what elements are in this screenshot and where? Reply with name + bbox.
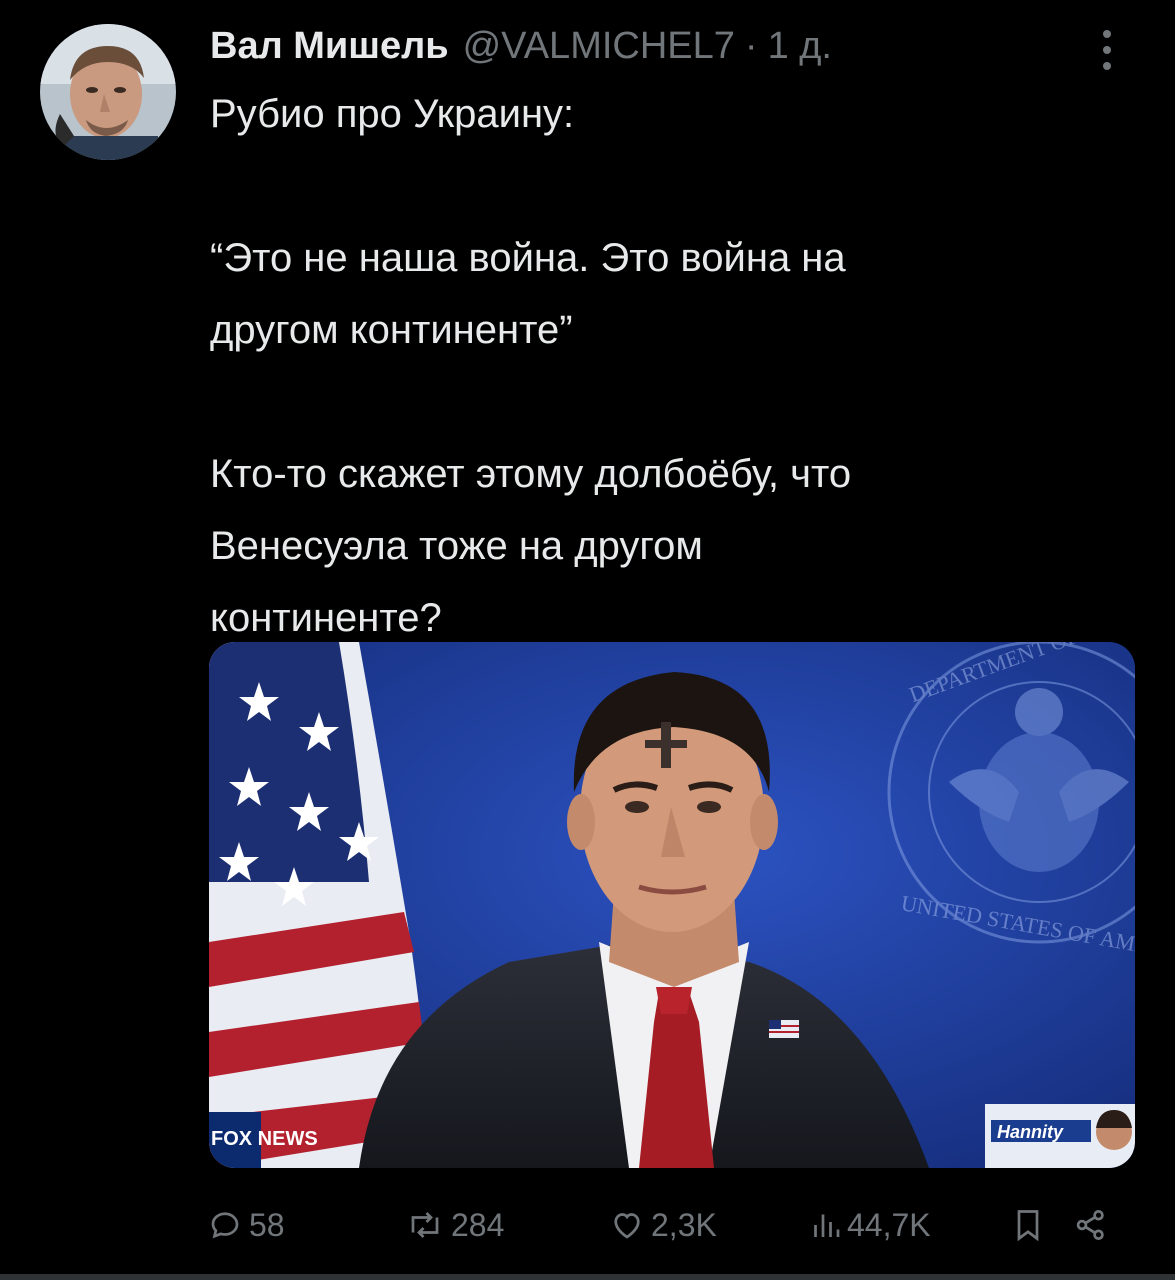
- avatar-image: [40, 24, 176, 160]
- heart-icon: [614, 1213, 640, 1239]
- reply-bubble-icon: [211, 1212, 239, 1239]
- tweet-actions: 58 284 2,3K 44,7K: [207, 1198, 1117, 1252]
- bar-chart-icon: [814, 1214, 840, 1237]
- tweet-text: Рубио про Украину: “Это не наша война. Э…: [210, 78, 1110, 654]
- author-handle[interactable]: @VALMICHEL7: [463, 22, 735, 70]
- tweet-text-line: другом континенте”: [210, 308, 573, 352]
- views-button[interactable]: 44,7K: [811, 1198, 931, 1252]
- tweet-text-line: Венесуэла тоже на другом: [210, 524, 703, 568]
- tweet-header: Вал Мишель @VALMICHEL7 · 1 д.: [210, 22, 832, 70]
- repost-count: 284: [451, 1206, 505, 1243]
- share-nodes-icon: [1076, 1210, 1104, 1240]
- show-logo-text: Hannity: [997, 1122, 1064, 1142]
- header-separator: ·: [744, 25, 758, 67]
- author-display-name[interactable]: Вал Мишель: [210, 22, 449, 70]
- bookmark-button[interactable]: [1013, 1198, 1043, 1252]
- divider: [0, 1274, 1175, 1280]
- more-dots-icon: [1103, 62, 1111, 70]
- tweet-text-line: Рубио про Украину:: [210, 92, 575, 136]
- more-dots-icon: [1103, 46, 1111, 54]
- bookmark-icon: [1017, 1210, 1039, 1242]
- tweet-text-line: Кто-то скажет этому долбоёбу, что: [210, 452, 852, 496]
- tweet: Вал Мишель @VALMICHEL7 · 1 д. Рубио про …: [0, 0, 1175, 1280]
- views-count: 44,7K: [847, 1206, 931, 1243]
- tweet-media-photo[interactable]: DEPARTMENT OF STATE UNITED STATES OF AME…: [209, 642, 1135, 1168]
- repost-arrows-icon: [411, 1212, 439, 1238]
- reply-count: 58: [249, 1206, 285, 1243]
- share-button[interactable]: [1073, 1198, 1109, 1252]
- more-options-button[interactable]: [1090, 26, 1124, 74]
- network-logo-text: FOX NEWS: [211, 1128, 318, 1150]
- photo-image: DEPARTMENT OF STATE UNITED STATES OF AME…: [209, 642, 1135, 1168]
- tweet-text-line: “Это не наша война. Это война на: [210, 236, 846, 280]
- like-count: 2,3K: [651, 1206, 717, 1243]
- avatar[interactable]: [40, 24, 176, 160]
- like-button[interactable]: 2,3K: [609, 1198, 717, 1252]
- more-dots-icon: [1103, 30, 1111, 38]
- reply-button[interactable]: 58: [207, 1198, 285, 1252]
- hannity-logo: Hannity: [985, 1104, 1135, 1168]
- tweet-timestamp[interactable]: 1 д.: [768, 22, 832, 70]
- repost-button[interactable]: 284: [405, 1198, 504, 1252]
